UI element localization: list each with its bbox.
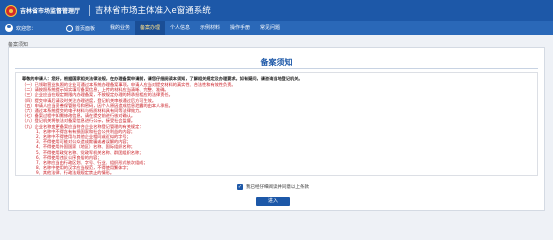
home-icon (66, 24, 73, 32)
agree-label[interactable]: 我已经仔细阅读并同意以上条款 (246, 184, 309, 190)
notice-text-box[interactable]: 尊敬的申请人：您好，根据国家相关法律法规，在办理备案申请前，请您仔细阅读本须知，… (15, 72, 538, 176)
menu-sample-materials[interactable]: 示例材料 (195, 21, 225, 35)
header-divider (89, 5, 90, 16)
menu-my-business[interactable]: 我的业务 (105, 21, 135, 35)
app-header: 吉林省市场监督管理厅 吉林省市场主体准入e窗通系统 (0, 0, 553, 21)
agree-checkbox[interactable]: ✓ (237, 184, 243, 190)
agency-logo[interactable]: 吉林省市场监督管理厅 (5, 3, 80, 18)
home-button[interactable]: 首页面板 (66, 21, 95, 35)
agree-row[interactable]: ✓ 我已经仔细阅读并同意以上条款 (237, 183, 309, 191)
menu-filing[interactable]: 备案办理 (135, 21, 165, 35)
emblem-icon (5, 4, 17, 17)
menu-faq[interactable]: 常见问题 (255, 21, 285, 35)
nav-bar: 欢迎您： 首页面板 我的业务 备案办理 个人信息 示例材料 操作手册 常见问题 (0, 21, 553, 35)
enter-button[interactable]: 进入 (256, 197, 290, 206)
menu-manual[interactable]: 操作手册 (225, 21, 255, 35)
agency-name: 吉林省市场监督管理厅 (20, 8, 81, 15)
menu-profile[interactable]: 个人信息 (165, 21, 195, 35)
notice-panel: 备案须知 尊敬的申请人：您好，根据国家相关法律法规，在办理备案申请前，请您仔细阅… (8, 47, 545, 211)
system-title: 吉林省市场主体准入e窗通系统 (95, 6, 211, 16)
panel-title: 备案须知 (260, 58, 293, 67)
user-info[interactable]: 欢迎您： (5, 21, 36, 35)
notice-subline: 9、其他法律、行政法规规定禁止的情形。 (36, 170, 115, 176)
user-icon (5, 24, 13, 32)
title-divider (15, 68, 538, 69)
home-label: 首页面板 (75, 25, 96, 32)
user-label: 欢迎您： (16, 25, 37, 32)
